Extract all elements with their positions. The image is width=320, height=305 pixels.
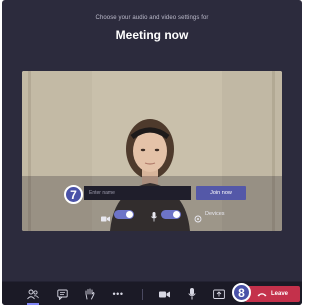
devices-label[interactable]: Devices (205, 211, 225, 217)
camera-toggle[interactable] (114, 210, 134, 219)
leave-button[interactable]: Leave (245, 286, 300, 302)
name-input[interactable] (84, 186, 191, 200)
join-now-button[interactable]: Join now (196, 186, 246, 200)
camera-toggle-knob (126, 211, 133, 218)
screenshot-frame: Choose your audio and video settings for… (0, 0, 304, 305)
device-controls: Devices (2, 207, 302, 223)
callout-badge-8: 8 (232, 283, 251, 302)
microphone-toggle[interactable] (161, 210, 181, 219)
meeting-toolbar: ••• Leave (2, 281, 302, 305)
microphone-icon (151, 209, 157, 227)
more-options-icon[interactable]: ••• (111, 288, 125, 300)
meeting-title: Meeting now (115, 28, 189, 42)
prejoin-subtitle: Choose your audio and video settings for (95, 15, 209, 21)
chat-icon[interactable] (56, 288, 68, 300)
toolbar-camera-icon[interactable] (158, 288, 170, 300)
participants-icon[interactable] (27, 288, 39, 300)
camera-icon (101, 210, 110, 228)
raise-hand-icon[interactable] (83, 288, 95, 300)
toolbar-divider (142, 289, 143, 300)
hang-up-icon (257, 292, 267, 296)
microphone-toggle-knob (173, 211, 180, 218)
prejoin-window: Choose your audio and video settings for… (2, 0, 302, 305)
callout-badge-7: 7 (64, 185, 83, 204)
leave-label: Leave (270, 291, 288, 297)
share-screen-icon[interactable] (213, 288, 225, 300)
toolbar-microphone-icon[interactable] (186, 288, 198, 300)
devices-gear-icon[interactable] (194, 210, 202, 228)
